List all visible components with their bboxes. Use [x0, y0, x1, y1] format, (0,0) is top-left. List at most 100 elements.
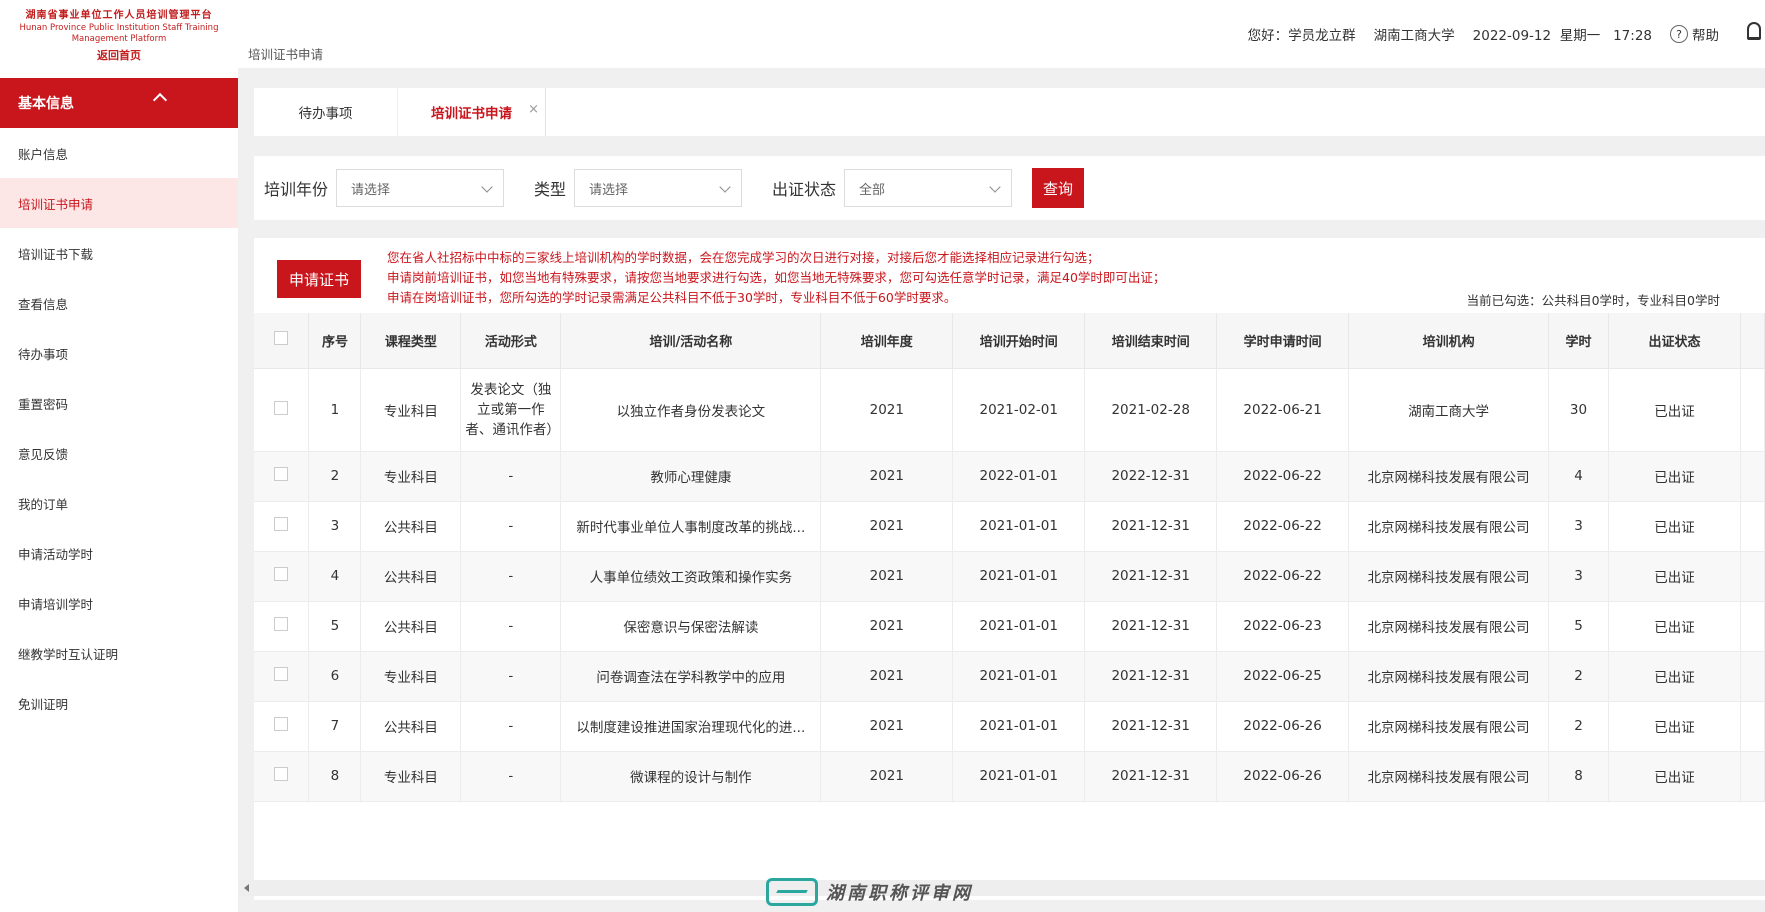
apply-certificate-button[interactable]: 申请证书 [277, 260, 361, 298]
sidebar-item-4[interactable]: 查看信息 [0, 278, 238, 328]
row-select-cell[interactable] [254, 451, 310, 502]
table-cell: 3 [308, 501, 362, 552]
table-cell: 湖南工商大学 [1348, 368, 1550, 452]
row-checkbox[interactable] [274, 567, 289, 581]
sidebar-item-label: 我的订单 [18, 496, 69, 512]
notice-line: 申请岗前培训证书，如您当地有特殊要求，请按您当地要求进行勾选，如您当地无特殊要求… [387, 270, 1166, 285]
select-all-cell[interactable] [254, 313, 310, 369]
table-row[interactable]: 4 公共科目 - 人事单位绩效工资政策和操作实务 2021 2021-01-01 2021-… [254, 551, 1765, 602]
row-checkbox[interactable] [274, 517, 289, 531]
row-checkbox[interactable] [274, 717, 289, 731]
nav-section-title: 基本信息 [18, 96, 74, 112]
query-button[interactable]: 查询 [1032, 168, 1085, 208]
scroll-left-arrow-icon[interactable] [244, 884, 249, 892]
table-cell: 北京网梯科技发展有限公司 [1348, 551, 1550, 602]
sidebar-item-5[interactable]: 待办事项 [0, 328, 238, 378]
table-cell: 2022-06-22 [1216, 451, 1350, 502]
table-row[interactable]: 8 专业科目 - 微课程的设计与制作 2021 2021-01-01 2021-12-31 2… [254, 751, 1765, 802]
table-cell: 2022-01-01 [952, 451, 1086, 502]
sidebar-item-9[interactable]: 申请活动学时 [0, 528, 238, 578]
table-cell: 2022-12-31 [1084, 451, 1218, 502]
table-cell: 公共科目 [360, 701, 462, 752]
table-cell: 保密意识与保密法解读 [560, 601, 822, 652]
chevron-up-icon[interactable] [152, 92, 168, 108]
sidebar-item-6[interactable]: 重置密码 [0, 378, 238, 428]
tab-todo[interactable]: 待办事项 [254, 88, 398, 136]
tab-label: 培训证书申请 [431, 106, 512, 122]
sidebar-item-7[interactable]: 意见反馈 [0, 428, 238, 478]
sidebar-item-12[interactable]: 免训证明 [0, 678, 238, 728]
column-header: 培训/活动名称 [560, 313, 822, 369]
table-cell: 已出证 [1608, 551, 1741, 602]
sidebar-item-10[interactable]: 申请培训学时 [0, 578, 238, 628]
row-checkbox[interactable] [274, 617, 289, 631]
table-cell: 5 [308, 601, 362, 652]
table-row[interactable]: 3 公共科目 - 新时代事业单位人事制度改革的挑战... 2021 2021-01-01 2… [254, 501, 1765, 552]
row-select-cell[interactable] [254, 751, 310, 802]
row-select-cell[interactable] [254, 601, 310, 652]
status-select[interactable]: 全部 [844, 169, 1013, 207]
column-header: 课程类型 [360, 313, 462, 369]
table-cell: 北京网梯科技发展有限公司 [1348, 451, 1550, 502]
horizontal-scrollbar[interactable] [238, 880, 1765, 896]
year-filter-label: 培训年份 [264, 180, 329, 199]
tab-certificate-apply[interactable]: 培训证书申请 × [398, 88, 546, 136]
year-select[interactable]: 请选择 [336, 169, 505, 207]
row-select-cell[interactable] [254, 701, 310, 752]
sidebar-item-1[interactable]: 账户信息 [0, 128, 238, 178]
status-select-value: 全部 [859, 182, 886, 198]
select-all-checkbox[interactable] [274, 331, 289, 346]
row-select-cell[interactable] [254, 551, 310, 602]
chevron-down-icon [481, 181, 493, 193]
notification-bell-icon[interactable] [1747, 22, 1761, 40]
sidebar-item-label: 申请培训学时 [18, 596, 94, 612]
status-filter-label: 出证状态 [772, 180, 837, 199]
row-checkbox[interactable] [274, 467, 289, 481]
table-cell: 2021-12-31 [1084, 501, 1218, 552]
top-bar: 培训证书申请 您好：学员龙立群 湖南工商大学 2022-09-12 星期一 17… [238, 0, 1765, 68]
help-link[interactable]: ? 帮助 [1670, 24, 1719, 44]
row-checkbox[interactable] [274, 767, 289, 781]
table-cell: 专业科目 [360, 751, 462, 802]
year-select-placeholder: 请选择 [351, 182, 391, 198]
nav-section-basic-info[interactable]: 基本信息 [0, 78, 238, 128]
table-cell: 2021-01-01 [952, 601, 1086, 652]
row-select-cell[interactable] [254, 651, 310, 702]
table-header-row: 序号 课程类型 活动形式 培训/活动名称 培训年度 培训开始时间 培训结束时间 … [254, 313, 1765, 369]
sidebar-item-3[interactable]: 培训证书下载 [0, 228, 238, 278]
watermark: 湖南职称评审网 [766, 876, 973, 908]
column-header-spacer [1740, 313, 1765, 369]
table-row[interactable]: 6 专业科目 - 问卷调查法在学科教学中的应用 2021 2021-01-01 2021-1… [254, 651, 1765, 702]
table-row[interactable]: 7 公共科目 - 以制度建设推进国家治理现代化的进... 2021 2021-01-01 2… [254, 701, 1765, 752]
type-select[interactable]: 请选择 [574, 169, 743, 207]
table-cell: 新时代事业单位人事制度改革的挑战... [560, 501, 822, 552]
sidebar-item-2[interactable]: 培训证书申请 [0, 178, 238, 228]
table-cell: 2022-06-26 [1216, 751, 1350, 802]
row-select-cell[interactable] [254, 368, 310, 452]
table-cell: 2021-01-01 [952, 701, 1086, 752]
row-select-cell[interactable] [254, 501, 310, 552]
close-icon[interactable]: × [528, 102, 539, 117]
sidebar-item-label: 查看信息 [18, 296, 69, 312]
column-header: 培训开始时间 [952, 313, 1086, 369]
table-cell: 30 [1548, 368, 1609, 452]
table-row[interactable]: 2 专业科目 - 教师心理健康 2021 2022-01-01 2022-12-31 2022… [254, 451, 1765, 502]
row-checkbox[interactable] [274, 667, 289, 681]
table-row[interactable]: 1 专业科目 发表论文（独立或第一作者、通讯作者） 以独立作者身份发表论文 2021 20… [254, 368, 1765, 452]
table-row[interactable]: 5 公共科目 - 保密意识与保密法解读 2021 2021-01-01 2021-12-31… [254, 601, 1765, 652]
table-cell: 已出证 [1608, 651, 1741, 702]
column-header: 学时申请时间 [1216, 313, 1350, 369]
sidebar: 湖南省事业单位工作人员培训管理平台 Hunan Province Public … [0, 0, 238, 912]
help-icon: ? [1670, 25, 1688, 43]
return-home-link[interactable]: 返回首页 [0, 47, 238, 63]
table-cell: 人事单位绩效工资政策和操作实务 [560, 551, 822, 602]
watermark-text: 湖南职称评审网 [826, 883, 973, 904]
platform-logo[interactable]: 湖南省事业单位工作人员培训管理平台 Hunan Province Public … [0, 0, 238, 78]
logo-title-en-2: Management Platform [71, 34, 167, 44]
chevron-down-icon [989, 181, 1001, 193]
sidebar-item-11[interactable]: 继教学时互认证明 [0, 628, 238, 678]
row-checkbox[interactable] [274, 400, 289, 415]
table-cell-spacer [1740, 751, 1765, 802]
sidebar-item-label: 待办事项 [18, 346, 69, 362]
sidebar-item-8[interactable]: 我的订单 [0, 478, 238, 528]
